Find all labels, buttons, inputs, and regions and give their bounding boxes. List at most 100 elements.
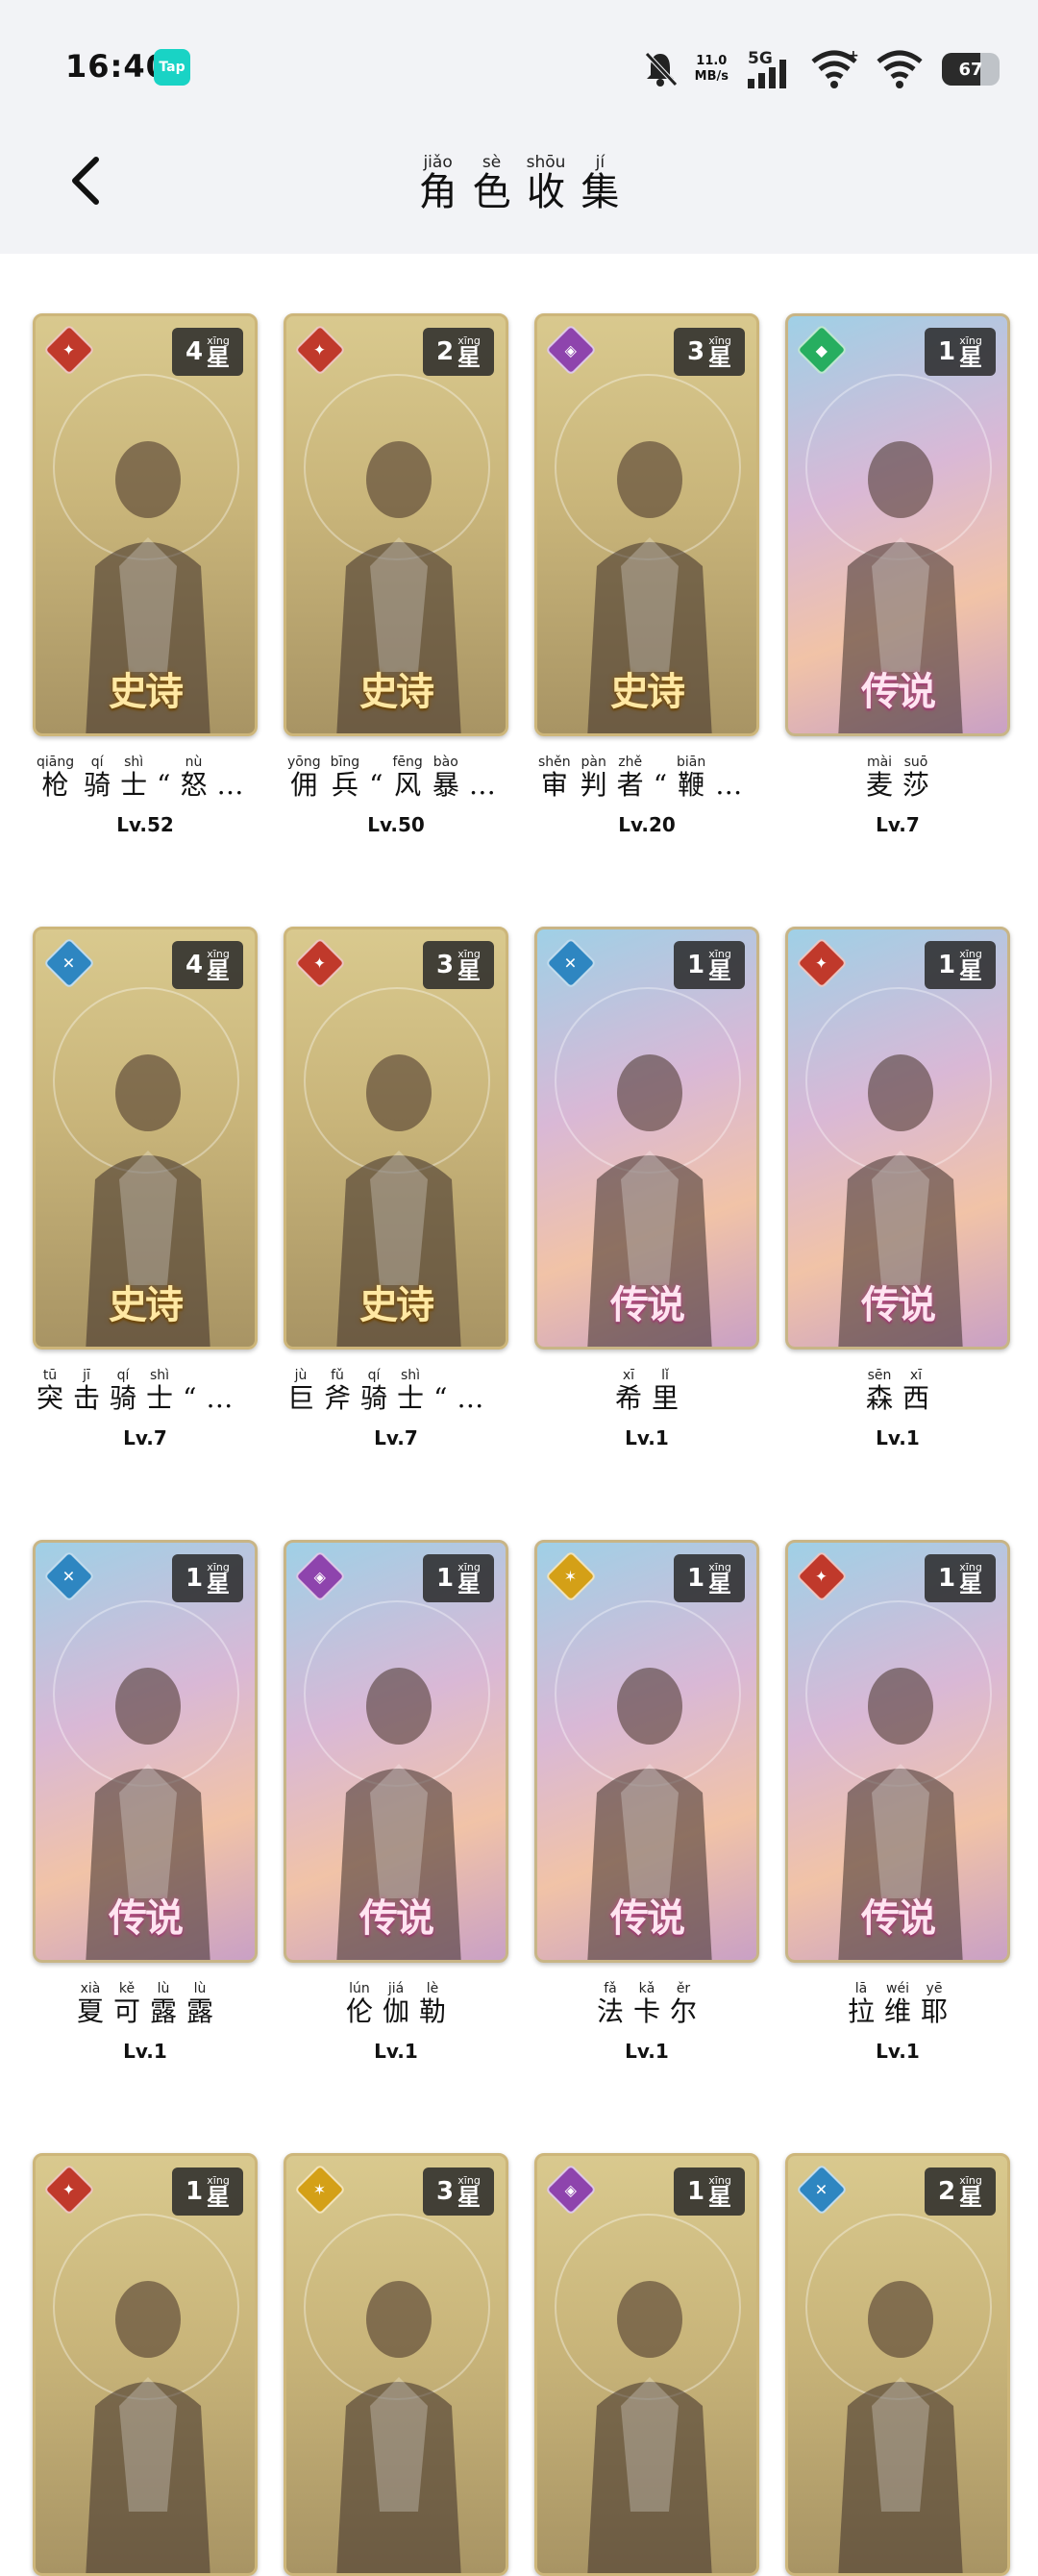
character-card[interactable]: ✦ 1 xīng 星传说 sēn 森 xī 西 Lv.1 [785, 927, 1010, 1449]
card-art[interactable]: ✕ 1 xīng 星传说 [534, 927, 759, 1350]
character-card[interactable]: ✕ 1 xīng 星传说 xī 希 lǐ 里 Lv.1 [534, 927, 759, 1449]
character-card[interactable]: ◆ 1 xīng 星传说 mài 麦 suō 莎 Lv.7 [785, 313, 1010, 836]
hanzi: 骑 [110, 1382, 137, 1414]
character-level: Lv.1 [625, 1426, 669, 1449]
ruby-char: zhě 者 [617, 754, 644, 807]
pinyin: jí [595, 153, 606, 172]
star-count: 1 [686, 951, 705, 979]
star-label: xīng 星 [959, 2175, 982, 2209]
character-card[interactable]: ✕ 1 xīng 星传说 xià 夏 kě 可 lù 露 lù 露 Lv.1 [33, 1540, 258, 2063]
star-badge: 3 xīng 星 [423, 2167, 494, 2216]
character-name: sēn 森 xī 西 [785, 1367, 1010, 1421]
star-label: xīng 星 [207, 1562, 230, 1596]
ruby-char: nù 怒 [180, 754, 207, 807]
card-art[interactable]: ◈ 1 xīng 星 [534, 2153, 759, 2576]
hanzi: 星 [959, 1570, 983, 1598]
card-art[interactable]: ✶ 1 xīng 星传说 [534, 1540, 759, 1963]
card-art[interactable]: ◆ 1 xīng 星传说 [785, 313, 1010, 736]
character-card[interactable]: ◈ 1 xīng 星 [534, 2153, 759, 2576]
ruby-char: qí 骑 [110, 1367, 136, 1421]
pinyin: jiǎo [423, 153, 453, 172]
card-art[interactable]: ◈ 1 xīng 星传说 [284, 1540, 508, 1963]
character-level: Lv.1 [876, 1426, 920, 1449]
class-icon: ◈ [545, 2164, 597, 2216]
character-card[interactable]: ✶ 3 xīng 星 [284, 2153, 508, 2576]
card-art[interactable]: ✕ 1 xīng 星传说 [33, 1540, 258, 1963]
hanzi: 维 [883, 1995, 911, 2027]
hanzi: 兵 [331, 769, 358, 801]
star-label: xīng 星 [457, 335, 481, 369]
ruby-char: jī 击 [73, 1367, 100, 1421]
card-art[interactable]: ◈ 3 xīng 星史诗 [534, 313, 759, 736]
hanzi: 怒 [180, 769, 208, 801]
character-card[interactable]: ✦ 1 xīng 星 [33, 2153, 258, 2576]
card-art[interactable]: ✦ 4 xīng 星史诗 [33, 313, 258, 736]
star-badge: 1 xīng 星 [925, 1554, 996, 1602]
card-art[interactable]: ✶ 3 xīng 星 [284, 2153, 508, 2576]
star-label: xīng 星 [457, 949, 481, 982]
svg-text:5G: 5G [748, 49, 773, 68]
character-card[interactable]: ◈ 1 xīng 星传说 lún 伦 jiá 伽 lè 勒 Lv.1 [284, 1540, 508, 2063]
hanzi: 士 [120, 769, 148, 801]
ruby-char: xī 西 [902, 1367, 929, 1421]
card-art[interactable]: ✕ 2 xīng 星 [785, 2153, 1010, 2576]
star-badge: 1 xīng 星 [172, 1554, 243, 1602]
ruby-char: “ [433, 1367, 447, 1421]
card-art[interactable]: ✦ 2 xīng 星史诗 [284, 313, 508, 736]
ruby-char: fǎ 法 [597, 1980, 624, 2034]
class-icon: ✦ [294, 324, 346, 376]
character-card[interactable]: ✶ 1 xīng 星传说 fǎ 法 kǎ 卡 ěr 尔 Lv.1 [534, 1540, 759, 2063]
class-icon: ◈ [294, 1550, 346, 1602]
ruby-char: xià 夏 [77, 1980, 104, 2034]
card-art[interactable]: ✦ 1 xīng 星传说 [785, 927, 1010, 1350]
hanzi: … [457, 1382, 484, 1414]
character-card[interactable]: ✦ 3 xīng 星史诗 jù 巨 fǔ 斧 qí 骑 shì 士 “ … Lv.7 [284, 927, 508, 1449]
character-card[interactable]: ✦ 4 xīng 星史诗 qiāng 枪 qí 骑 shì 士 “ nù 怒 … Lv.52 [33, 313, 258, 836]
class-glyph: ✦ [815, 954, 828, 973]
star-label: xīng 星 [207, 949, 230, 982]
ruby-char: “ [654, 754, 667, 807]
ruby-char: lǐ 里 [652, 1367, 679, 1421]
star-label: xīng 星 [457, 1562, 481, 1596]
hanzi: 露 [150, 1995, 178, 2027]
character-card[interactable]: ✕ 4 xīng 星史诗 tū 突 jī 击 qí 骑 shì 士 “ … Lv.7 [33, 927, 258, 1449]
card-art[interactable]: ✕ 4 xīng 星史诗 [33, 927, 258, 1350]
hanzi: 判 [580, 769, 607, 801]
character-level: Lv.50 [367, 813, 425, 836]
hanzi: 西 [902, 1382, 930, 1414]
star-badge: 1 xīng 星 [925, 941, 996, 989]
character-portrait [838, 2281, 963, 2573]
character-name: fǎ 法 kǎ 卡 ěr 尔 [534, 1980, 759, 2034]
ruby-char: lā 拉 [848, 1980, 875, 2034]
hanzi: 星 [207, 1570, 231, 1598]
class-glyph: ✶ [313, 2180, 327, 2199]
character-card[interactable]: ✦ 2 xīng 星史诗 yōng 佣 bīng 兵 “ fēng 风 bào 暴 … Lv.50 [284, 313, 508, 836]
character-card[interactable]: ◈ 3 xīng 星史诗 shěn 审 pàn 判 zhě 者 “ biān 鞭 … Lv.20 [534, 313, 759, 836]
ruby-char: bào 暴 [432, 754, 459, 807]
ruby-char: “ [369, 754, 383, 807]
ruby-char: … [217, 754, 244, 807]
star-badge: 1 xīng 星 [674, 2167, 745, 2216]
star-count: 4 [185, 337, 204, 366]
ruby-char: jù 巨 [287, 1367, 314, 1421]
hanzi: 佣 [290, 769, 318, 801]
character-card[interactable]: ✕ 2 xīng 星 [785, 2153, 1010, 2576]
ruby-char: kě 可 [113, 1980, 140, 2034]
class-glyph: ✕ [62, 1567, 76, 1586]
pinyin: sè [482, 153, 502, 172]
class-icon: ◈ [545, 324, 597, 376]
ruby-char: bīng 兵 [331, 754, 360, 807]
hanzi: 星 [708, 2183, 732, 2211]
card-art[interactable]: ✦ 1 xīng 星 [33, 2153, 258, 2576]
star-label: xīng 星 [457, 2175, 481, 2209]
character-card[interactable]: ✦ 1 xīng 星传说 lā 拉 wéi 维 yē 耶 Lv.1 [785, 1540, 1010, 2063]
rarity-label: 传说 [109, 1895, 184, 1941]
card-art[interactable]: ✦ 3 xīng 星史诗 [284, 927, 508, 1350]
card-art[interactable]: ✦ 1 xīng 星传说 [785, 1540, 1010, 1963]
class-icon: ✦ [43, 2164, 95, 2216]
character-name: shěn 审 pàn 判 zhě 者 “biān 鞭… [534, 754, 759, 807]
hanzi: … [468, 769, 496, 801]
hanzi: 士 [146, 1382, 174, 1414]
star-label: xīng 星 [207, 2175, 230, 2209]
star-label: xīng 星 [708, 2175, 731, 2209]
